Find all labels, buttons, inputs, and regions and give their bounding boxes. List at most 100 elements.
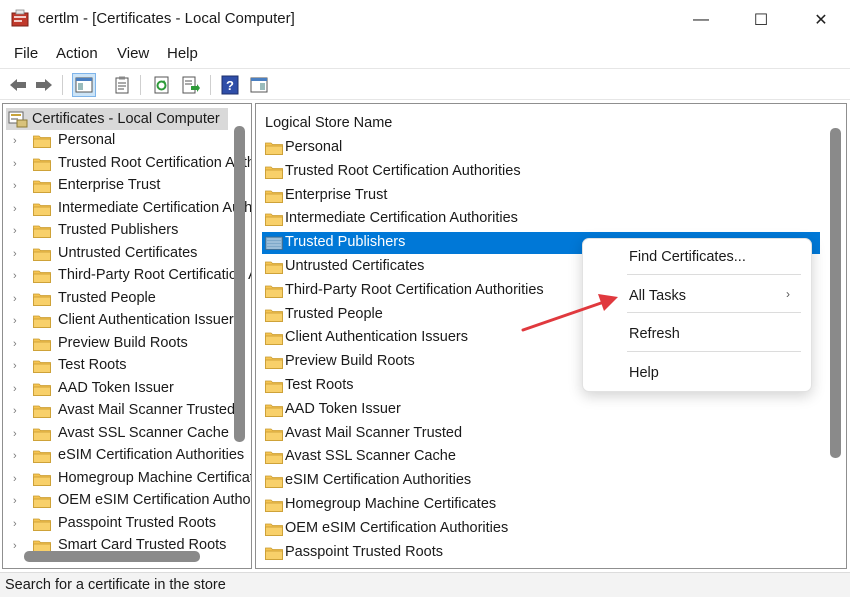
- tree-item[interactable]: › Trusted Root Certification Authorities: [3, 153, 251, 175]
- folder-icon: [265, 547, 283, 560]
- console-tree-pane[interactable]: Certificates - Local Computer › Personal ›…: [2, 103, 252, 569]
- menu-file[interactable]: File: [14, 45, 38, 62]
- tree-item[interactable]: › Trusted People: [3, 288, 243, 310]
- properties-icon: [115, 76, 129, 94]
- list-item-label: Personal: [285, 139, 343, 155]
- list-item[interactable]: Passpoint Trusted Roots: [262, 542, 820, 564]
- show-hide-tree-icon: [75, 77, 93, 93]
- tree-item[interactable]: › Test Roots: [3, 355, 243, 377]
- tree-item[interactable]: › Third-Party Root Certification Authorit…: [3, 265, 251, 287]
- tree-item[interactable]: › Preview Build Roots: [3, 333, 243, 355]
- chevron-right-icon[interactable]: ›: [13, 270, 23, 282]
- list-item[interactable]: Intermediate Certification Authorities: [262, 208, 820, 230]
- list-item[interactable]: Homegroup Machine Certificates: [262, 494, 820, 516]
- chevron-right-icon[interactable]: ›: [13, 180, 23, 192]
- tree-item[interactable]: › Personal: [3, 130, 243, 152]
- show-action-pane-button[interactable]: [247, 73, 271, 97]
- chevron-right-icon[interactable]: ›: [13, 495, 23, 507]
- column-header-logical-store-name[interactable]: Logical Store Name: [265, 115, 392, 131]
- tree-item[interactable]: › Untrusted Certificates: [3, 243, 243, 265]
- menu-help[interactable]: Help: [167, 45, 198, 62]
- minimize-button[interactable]: —: [671, 0, 731, 40]
- tree-item[interactable]: › Client Authentication Issuers: [3, 310, 243, 332]
- chevron-right-icon[interactable]: ›: [13, 360, 23, 372]
- certificates-snapin-icon: [8, 111, 28, 128]
- menu-view[interactable]: View: [117, 45, 149, 62]
- export-list-button[interactable]: [179, 73, 203, 97]
- chevron-right-icon[interactable]: ›: [13, 383, 23, 395]
- tree-item[interactable]: › OEM eSIM Certification Authorities: [3, 490, 251, 512]
- list-item[interactable]: AAD Token Issuer: [262, 399, 820, 421]
- list-item[interactable]: Avast SSL Scanner Cache: [262, 446, 820, 468]
- list-item[interactable]: eSIM Certification Authorities: [262, 470, 820, 492]
- list-item[interactable]: Personal: [262, 137, 820, 159]
- menu-action[interactable]: Action: [56, 45, 98, 62]
- tree-item-label: Homegroup Machine Certificates: [58, 469, 252, 486]
- tree-horizontal-scrollbar[interactable]: [24, 551, 200, 562]
- chevron-right-icon[interactable]: ›: [13, 450, 23, 462]
- folder-icon: [33, 158, 51, 171]
- folder-icon: [33, 248, 51, 261]
- tree-item[interactable]: › Trusted Publishers: [3, 220, 243, 242]
- chevron-right-icon[interactable]: ›: [13, 225, 23, 237]
- chevron-right-icon[interactable]: ›: [13, 518, 23, 530]
- chevron-right-icon[interactable]: ›: [13, 158, 23, 170]
- context-menu-separator: [627, 312, 801, 313]
- folder-icon: [265, 356, 283, 370]
- toolbar-separator: [140, 75, 141, 95]
- chevron-right-icon[interactable]: ›: [13, 293, 23, 305]
- folder-icon: [33, 383, 51, 396]
- context-menu-help[interactable]: Help: [629, 365, 659, 381]
- list-item[interactable]: Avast Mail Scanner Trusted: [262, 423, 820, 445]
- tree-vertical-scrollbar[interactable]: [234, 126, 245, 442]
- list-item-label: Trusted People: [285, 305, 383, 322]
- forward-button[interactable]: [32, 73, 56, 97]
- chevron-right-icon[interactable]: ›: [13, 248, 23, 260]
- tree-item[interactable]: › Intermediate Certification Authorities: [3, 198, 251, 220]
- chevron-right-icon[interactable]: ›: [13, 428, 23, 440]
- tree-item[interactable]: › Enterprise Trust: [3, 175, 243, 197]
- tree-item[interactable]: › eSIM Certification Authorities: [3, 445, 244, 467]
- context-menu-refresh[interactable]: Refresh: [629, 326, 680, 342]
- tree-root-item[interactable]: Certificates - Local Computer: [6, 108, 228, 130]
- chevron-right-icon[interactable]: ›: [13, 540, 23, 552]
- tree-item[interactable]: › Avast SSL Scanner Cache: [3, 423, 243, 445]
- tree-item-label: Client Authentication Issuers: [58, 312, 241, 328]
- list-item-label: Third-Party Root Certification Authoriti…: [285, 281, 544, 298]
- properties-button[interactable]: [110, 73, 134, 97]
- list-item-label: AAD Token Issuer: [285, 400, 401, 417]
- list-vertical-scrollbar[interactable]: [830, 128, 841, 458]
- list-item-label: Preview Build Roots: [285, 353, 415, 370]
- tree-item-label: Personal: [58, 132, 116, 148]
- chevron-right-icon[interactable]: ›: [13, 135, 23, 147]
- list-item[interactable]: OEM eSIM Certification Authorities: [262, 518, 820, 540]
- tree-item-label: Avast Mail Scanner Trusted: [58, 402, 236, 418]
- close-button[interactable]: ✕: [791, 0, 850, 40]
- back-icon: [10, 79, 26, 91]
- list-item[interactable]: Trusted Root Certification Authorities: [262, 161, 820, 183]
- refresh-button[interactable]: [150, 73, 174, 97]
- chevron-right-icon[interactable]: ›: [13, 315, 23, 327]
- tree-item[interactable]: › Homegroup Machine Certificates: [3, 468, 251, 490]
- chevron-right-icon[interactable]: ›: [13, 473, 23, 485]
- maximize-button[interactable]: ☐: [731, 0, 791, 40]
- back-button[interactable]: [6, 73, 30, 97]
- chevron-right-icon[interactable]: ›: [13, 405, 23, 417]
- context-menu-all-tasks[interactable]: All Tasks: [629, 288, 686, 304]
- tree-item[interactable]: › Passpoint Trusted Roots: [3, 513, 243, 535]
- chevron-right-icon[interactable]: ›: [13, 203, 23, 215]
- minimize-icon: —: [693, 11, 709, 28]
- tree-item-label: OEM eSIM Certification Authorities: [58, 492, 251, 508]
- list-item-label: Client Authentication Issuers: [285, 329, 468, 346]
- show-hide-tree-button[interactable]: [72, 73, 96, 97]
- list-item[interactable]: Enterprise Trust: [262, 185, 820, 207]
- certificate-console-icon: [11, 9, 29, 27]
- context-menu: Find Certificates... All Tasks › Refresh…: [582, 238, 812, 392]
- tree-item[interactable]: › AAD Token Issuer: [3, 378, 243, 400]
- context-menu-find-certificates[interactable]: Find Certificates...: [629, 249, 746, 265]
- list-item-label: Intermediate Certification Authorities: [285, 210, 518, 227]
- tree-item-label: AAD Token Issuer: [58, 379, 174, 396]
- help-button[interactable]: ?: [218, 73, 242, 97]
- chevron-right-icon[interactable]: ›: [13, 338, 23, 350]
- tree-item[interactable]: › Avast Mail Scanner Trusted: [3, 400, 243, 422]
